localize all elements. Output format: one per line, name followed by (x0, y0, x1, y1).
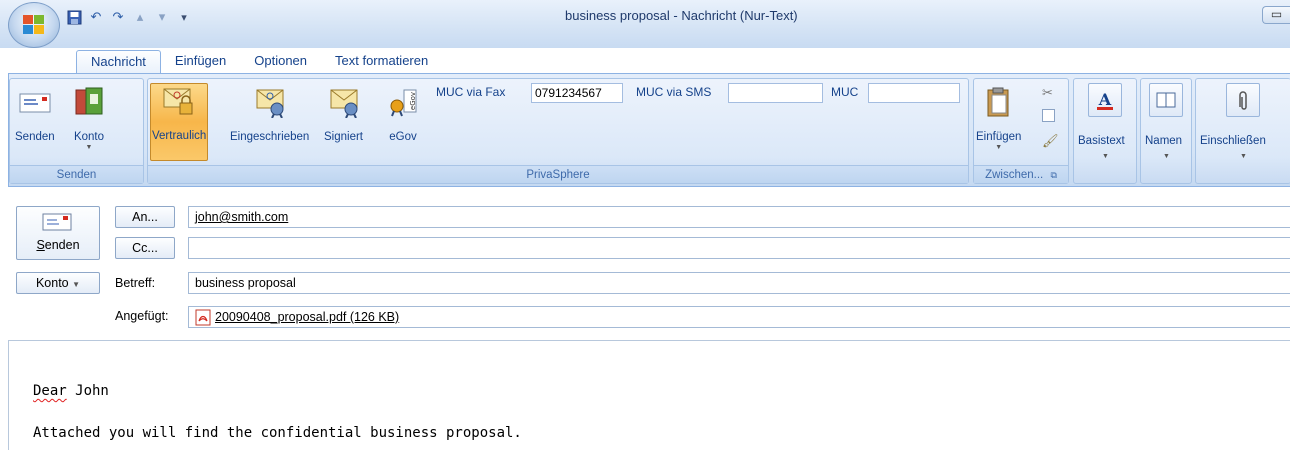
format-painter-icon[interactable]: 🖌 (1042, 133, 1059, 149)
svg-text:eGov: eGov (409, 92, 417, 110)
send-label: Senden (36, 238, 80, 252)
dialog-launcher-icon[interactable]: ⧉ (1050, 170, 1056, 180)
to-field[interactable]: john@smith.com (188, 206, 1290, 228)
ribbon-account-button[interactable]: Konto ▼ (72, 85, 106, 151)
muc-input[interactable] (868, 83, 960, 103)
pdf-icon (195, 309, 211, 325)
clipboard-icon (982, 85, 1016, 119)
subject-field[interactable]: business proposal (188, 272, 1290, 294)
to-recipient[interactable]: john@smith.com (195, 210, 288, 224)
basic-text-label: Basistext (1078, 135, 1125, 147)
body-line-attachment-note: Attached you will find the confidential … (33, 425, 522, 441)
customize-icon[interactable]: ▾ (176, 9, 192, 25)
fax-input[interactable]: 0791234567 (531, 83, 623, 103)
signed-label: Signiert (324, 131, 363, 143)
ribbon-send-button[interactable]: Senden (15, 85, 55, 143)
sms-input[interactable] (728, 83, 823, 103)
chevron-down-icon: ▼ (995, 144, 1003, 151)
group-privasphere: Vertraulich Eingeschrieben Signiert eGov… (147, 78, 969, 184)
include-label: Einschließen (1200, 135, 1266, 147)
chevron-down-icon: ▼ (85, 144, 93, 151)
muc-label: MUC (831, 85, 859, 99)
office-button[interactable] (8, 2, 60, 48)
names-button[interactable] (1149, 83, 1183, 117)
font-color-icon: A (1097, 90, 1113, 110)
to-button[interactable]: An... (115, 206, 175, 228)
egov-button[interactable]: eGov eGov (386, 85, 420, 143)
group-clipboard-label: Zwischen... ⧉ (974, 165, 1068, 183)
chevron-down-icon: ▼ (72, 280, 81, 289)
clipboard-label: Zwischen... (985, 169, 1044, 181)
account-button-label: Konto (35, 276, 69, 290)
quick-access-toolbar: ↶ ↷ ▴ ▾ ▾ (66, 6, 192, 28)
confidential-envelope-lock-icon (162, 84, 196, 118)
redo-icon[interactable]: ↷ (110, 9, 126, 25)
signed-envelope-icon (327, 85, 361, 119)
confidential-button[interactable]: Vertraulich (150, 83, 209, 161)
group-clipboard: Einfügen ▼ ✂ 🖌 Zwischen... ⧉ (973, 78, 1069, 184)
egov-label: eGov (389, 131, 417, 143)
attached-label: Angefügt: (115, 309, 169, 323)
window-title: business proposal - Nachricht (Nur-Text) (565, 8, 798, 23)
registered-label: Eingeschrieben (230, 131, 310, 143)
paperclip-icon (1239, 91, 1247, 110)
cc-field[interactable] (188, 237, 1290, 259)
send-envelope-icon (18, 85, 52, 119)
undo-icon[interactable]: ↶ (88, 9, 104, 25)
chevron-down-icon: ▼ (1102, 153, 1109, 160)
tab-text-formatieren[interactable]: Text formatieren (321, 50, 442, 74)
title-bar: ↶ ↷ ▴ ▾ ▾ business proposal - Nachricht … (0, 0, 1290, 48)
egov-seal-icon: eGov (386, 85, 420, 119)
send-label: Senden (15, 131, 55, 143)
cut-icon[interactable]: ✂ (1042, 85, 1053, 101)
tab-optionen[interactable]: Optionen (240, 50, 321, 74)
cc-button[interactable]: Cc... (115, 237, 175, 259)
send-button[interactable]: Senden (16, 206, 100, 260)
message-body[interactable]: Dear John Attached you will find the con… (8, 340, 1290, 450)
down-arrow-icon[interactable]: ▾ (154, 9, 170, 25)
paste-label: Einfügen (976, 131, 1022, 143)
ribbon-tabs: Nachricht Einfügen Optionen Text formati… (76, 50, 442, 74)
save-icon[interactable] (66, 9, 82, 25)
group-names: Namen ▼ (1140, 78, 1192, 184)
registered-envelope-icon (253, 85, 287, 119)
include-button[interactable] (1226, 83, 1260, 117)
attachment-link[interactable]: 20090408_proposal.pdf (126 KB) (215, 310, 399, 324)
body-line-greeting: Dear John (33, 383, 109, 399)
chevron-down-icon: ▼ (1163, 153, 1170, 160)
svg-text:A: A (1098, 90, 1112, 109)
account-button[interactable]: Konto ▼ (16, 272, 100, 294)
paste-button[interactable]: Einfügen ▼ (976, 85, 1021, 151)
up-arrow-icon[interactable]: ▴ (132, 9, 148, 25)
group-include: Einschließen ▼ (1195, 78, 1290, 184)
attachment-field[interactable]: 20090408_proposal.pdf (126 KB) (188, 306, 1290, 328)
chevron-down-icon: ▼ (1240, 153, 1247, 160)
group-basic-text: A Basistext ▼ (1073, 78, 1137, 184)
signed-button[interactable]: Signiert (324, 85, 363, 143)
group-senden-label: Senden (10, 165, 143, 183)
fax-label: MUC via Fax (436, 85, 506, 99)
account-book-icon (72, 85, 106, 119)
ribbon: Senden Konto ▼ Senden Vertraulich Einges… (8, 73, 1290, 187)
names-label: Namen (1145, 135, 1183, 147)
send-envelope-icon (42, 213, 72, 231)
office-logo-icon (23, 15, 45, 35)
greeting-name: John (66, 383, 109, 399)
confidential-label: Vertraulich (152, 130, 207, 142)
group-privasphere-label: PrivaSphere (148, 165, 968, 183)
account-label: Konto (73, 131, 105, 143)
subject-label: Betreff: (115, 276, 156, 290)
registered-button[interactable]: Eingeschrieben (230, 85, 309, 143)
restore-button[interactable]: ▭ (1262, 6, 1290, 24)
tab-nachricht[interactable]: Nachricht (76, 50, 161, 74)
misspelled-word[interactable]: Dear (33, 383, 67, 399)
copy-icon[interactable] (1042, 109, 1055, 122)
address-book-icon (1156, 92, 1176, 108)
sms-label: MUC via SMS (636, 85, 712, 99)
tab-einfuegen[interactable]: Einfügen (161, 50, 240, 74)
basic-text-button[interactable]: A (1088, 83, 1122, 117)
group-senden: Senden Konto ▼ Senden (9, 78, 144, 184)
